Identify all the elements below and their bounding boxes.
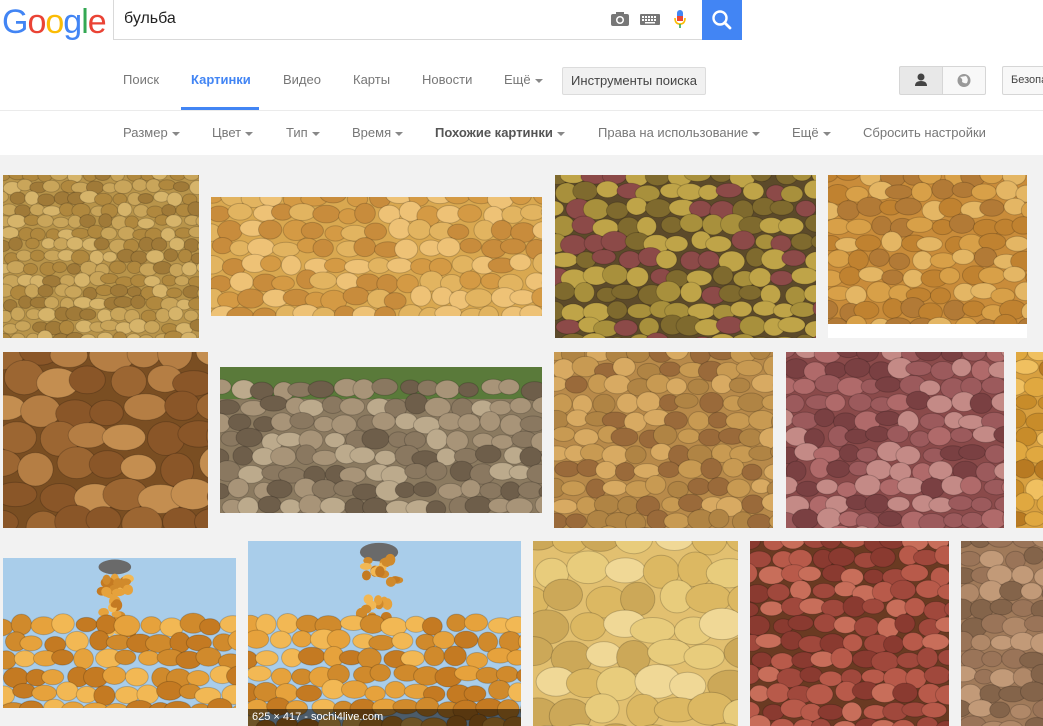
filter-1[interactable]: Цвет <box>212 125 254 141</box>
filter-label: Тип <box>286 125 308 140</box>
potato-image <box>961 541 1043 726</box>
chevron-down-icon <box>245 131 254 136</box>
top-bar: Google <box>0 0 1043 52</box>
logo-letter: G <box>2 3 28 41</box>
potato-image <box>3 558 236 708</box>
filter-2[interactable]: Тип <box>286 125 320 141</box>
filter-label: Сбросить настройки <box>863 125 986 140</box>
image-result[interactable] <box>3 558 236 708</box>
potato-image <box>554 352 773 528</box>
search-button[interactable] <box>702 0 742 40</box>
chevron-down-icon <box>171 131 180 136</box>
filter-row: Размер Цвет Тип Время Похожие картинки Права … <box>0 111 1043 155</box>
image-caption: 625 × 417 - sochi4live.com <box>248 709 521 726</box>
app: { "logo": {"letters": ["G","o","o","g","… <box>0 0 1043 726</box>
image-result[interactable] <box>3 175 199 338</box>
globe-icon <box>957 74 971 87</box>
google-logo[interactable]: Google <box>2 3 107 41</box>
personal-results-toggle[interactable] <box>899 66 943 95</box>
potato-image <box>211 197 542 316</box>
image-result[interactable] <box>828 175 1027 338</box>
image-result[interactable] <box>533 541 738 726</box>
filter-5[interactable]: Права на использование <box>598 125 761 141</box>
potato-image <box>786 352 1004 528</box>
search-tools-button[interactable]: Инструменты поиска <box>562 67 706 95</box>
search-box <box>113 0 703 40</box>
potato-image <box>220 367 542 513</box>
image-result[interactable] <box>211 197 542 316</box>
filter-3[interactable]: Время <box>352 125 404 141</box>
tab-search[interactable]: Поиск <box>123 72 159 92</box>
chevron-down-icon <box>395 131 404 136</box>
logo-letter: e <box>87 3 107 41</box>
image-result[interactable] <box>961 541 1043 726</box>
tab-news[interactable]: Новости <box>422 72 472 92</box>
filter-0[interactable]: Размер <box>123 125 180 141</box>
filter-6[interactable]: Ещё <box>792 125 831 141</box>
search-tools <box>610 9 690 29</box>
potato-image <box>750 541 949 726</box>
tab-images[interactable]: Картинки <box>191 72 251 92</box>
search-input[interactable] <box>124 8 604 30</box>
tab-more[interactable]: Ещё <box>504 72 543 92</box>
chevron-down-icon <box>752 131 761 136</box>
potato-image <box>555 175 816 338</box>
potato-image <box>3 175 199 338</box>
tab-video[interactable]: Видео <box>283 72 321 92</box>
nav-row: Поиск Картинки Видео Карты Новости Ещё И… <box>0 52 1043 111</box>
potato-image <box>3 352 208 528</box>
potato-image <box>828 175 1027 338</box>
filter-label: Права на использование <box>598 125 749 140</box>
image-results-grid: 625 × 417 - sochi4live.com <box>0 155 1043 726</box>
filter-label: Ещё <box>792 125 819 140</box>
image-result[interactable] <box>750 541 949 726</box>
filter-4[interactable]: Похожие картинки <box>435 125 565 141</box>
camera-icon[interactable] <box>610 9 630 29</box>
image-result[interactable] <box>3 352 208 528</box>
safe-search-button[interactable]: Безопасный поиск <box>1002 66 1043 95</box>
global-results-toggle[interactable] <box>942 66 986 95</box>
image-result[interactable]: 625 × 417 - sochi4live.com <box>248 541 521 726</box>
chevron-down-icon <box>311 131 320 136</box>
search-icon <box>712 10 732 30</box>
potato-image <box>248 541 521 726</box>
image-result[interactable] <box>220 367 542 513</box>
chevron-down-icon <box>534 78 543 83</box>
tab-more-label: Ещё <box>504 72 531 87</box>
tab-maps[interactable]: Карты <box>353 72 390 92</box>
logo-letter: g <box>63 3 82 41</box>
chevron-down-icon <box>822 131 831 136</box>
image-result[interactable] <box>1016 352 1043 528</box>
image-result[interactable] <box>554 352 773 528</box>
image-result[interactable] <box>786 352 1004 528</box>
filter-label: Время <box>352 125 392 140</box>
active-tab-indicator <box>181 107 259 110</box>
filter-7[interactable]: Сбросить настройки <box>863 125 986 141</box>
logo-letter: o <box>45 3 64 41</box>
microphone-icon[interactable] <box>670 9 690 29</box>
chevron-down-icon <box>556 131 565 136</box>
filter-label: Цвет <box>212 125 242 140</box>
potato-image <box>533 541 738 726</box>
logo-letter: o <box>27 3 46 41</box>
image-result[interactable] <box>555 175 816 338</box>
filter-label: Размер <box>123 125 168 140</box>
filter-label: Похожие картинки <box>435 125 553 140</box>
person-icon <box>915 73 927 86</box>
keyboard-icon[interactable] <box>640 9 660 29</box>
potato-image <box>1016 352 1043 527</box>
